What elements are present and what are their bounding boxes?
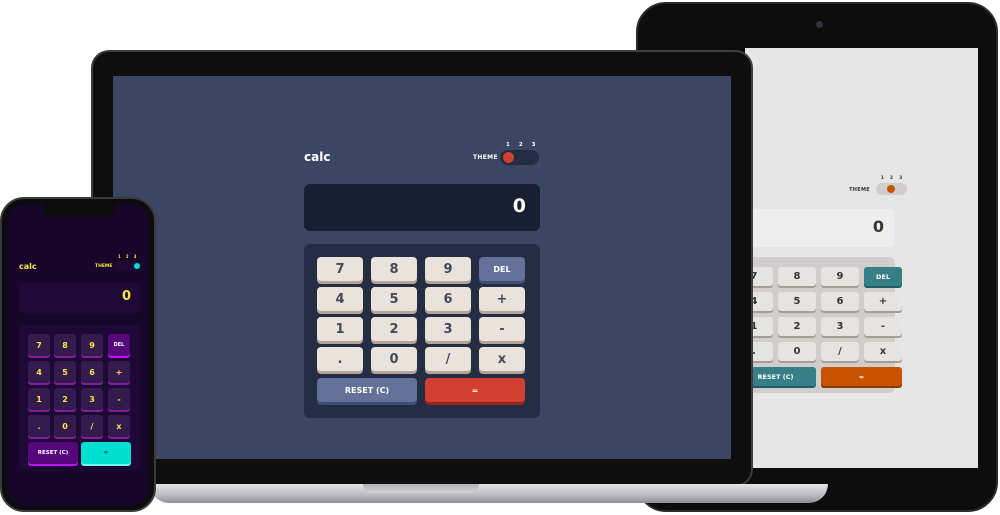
phone-key-7[interactable]: 7 [28, 334, 50, 356]
laptop-key-1[interactable]: 1 [317, 317, 363, 341]
laptop-base [150, 484, 828, 503]
laptop-keypad: 7 8 9 DEL 4 5 6 + 1 2 3 - . 0 / x RESET … [304, 244, 540, 418]
phone-key-minus[interactable]: - [108, 388, 130, 410]
tablet-key-0[interactable]: 0 [778, 342, 816, 361]
tablet-key-9[interactable]: 9 [821, 267, 859, 286]
laptop-key-6[interactable]: 6 [425, 287, 471, 311]
tablet-theme-toggle-group: 1 2 3 [876, 176, 907, 195]
phone-theme-toggle-knob[interactable] [134, 263, 140, 269]
tablet-key-3[interactable]: 3 [821, 317, 859, 336]
laptop-theme-label: THEME [473, 154, 498, 161]
laptop-theme-toggle[interactable] [500, 150, 539, 165]
laptop-theme-number-3: 3 [531, 142, 536, 148]
phone-app-title: calc [19, 262, 37, 271]
phone-key-5[interactable]: 5 [54, 361, 76, 383]
phone-key-1[interactable]: 1 [28, 388, 50, 410]
laptop-key-divide[interactable]: / [425, 347, 471, 371]
laptop-key-multiply[interactable]: x [479, 347, 525, 371]
tablet-key-minus[interactable]: - [864, 317, 902, 336]
phone-key-decimal[interactable]: . [28, 415, 50, 437]
phone-notch [43, 204, 115, 217]
tablet-theme-number-3: 3 [899, 176, 903, 181]
tablet-key-8[interactable]: 8 [778, 267, 816, 286]
tablet-theme-numbers: 1 2 3 [881, 176, 902, 181]
laptop-display: 0 [304, 184, 540, 231]
phone-key-4[interactable]: 4 [28, 361, 50, 383]
laptop-theme-toggle-knob[interactable] [503, 152, 514, 163]
phone-key-2[interactable]: 2 [54, 388, 76, 410]
laptop-screen: calc THEME 1 2 3 0 7 8 9 DEL 4 5 6 + 1 2… [113, 76, 731, 459]
laptop-app-title: calc [304, 150, 331, 164]
tablet-key-plus[interactable]: + [864, 292, 902, 311]
laptop-key-4[interactable]: 4 [317, 287, 363, 311]
phone-key-0[interactable]: 0 [54, 415, 76, 437]
phone-key-del[interactable]: DEL [108, 334, 130, 356]
tablet-keypad: 7 8 9 DEL 4 5 6 + 1 2 3 - . 0 / x RESET … [745, 257, 902, 393]
tablet-screen: THEME 1 2 3 0 7 8 9 DEL 4 5 6 + 1 2 3 - … [745, 48, 978, 468]
tablet-key-multiply[interactable]: x [864, 342, 902, 361]
tablet-reset-button[interactable]: RESET (C) [745, 367, 816, 386]
tablet-equals-button[interactable]: = [821, 367, 902, 386]
tablet-theme-switcher: THEME 1 2 3 [849, 176, 907, 195]
phone-keypad: 7 8 9 DEL 4 5 6 + 1 2 3 - . 0 / x RESET … [19, 325, 140, 470]
tablet-key-del[interactable]: DEL [864, 267, 902, 286]
laptop-key-3[interactable]: 3 [425, 317, 471, 341]
laptop-key-2[interactable]: 2 [371, 317, 417, 341]
laptop-opening-notch [363, 484, 479, 493]
phone-equals-button[interactable]: = [81, 442, 131, 464]
laptop-theme-number-2: 2 [518, 142, 523, 148]
tablet-theme-toggle[interactable] [876, 183, 907, 195]
laptop-key-5[interactable]: 5 [371, 287, 417, 311]
tablet-key-6[interactable]: 6 [821, 292, 859, 311]
phone-reset-button[interactable]: RESET (C) [28, 442, 78, 464]
tablet-key-5[interactable]: 5 [778, 292, 816, 311]
phone-key-divide[interactable]: / [81, 415, 103, 437]
phone-key-plus[interactable]: + [108, 361, 130, 383]
phone-theme-number-3: 3 [133, 254, 137, 259]
laptop-key-9[interactable]: 9 [425, 257, 471, 281]
laptop-equals-button[interactable]: = [425, 378, 525, 402]
phone-key-9[interactable]: 9 [81, 334, 103, 356]
phone-display-value: 0 [121, 289, 131, 304]
phone-key-8[interactable]: 8 [54, 334, 76, 356]
laptop-theme-numbers: 1 2 3 [506, 142, 535, 148]
tablet-theme-number-2: 2 [889, 176, 894, 181]
phone-key-6[interactable]: 6 [81, 361, 103, 383]
phone-key-multiply[interactable]: x [108, 415, 130, 437]
tablet-theme-toggle-knob[interactable] [887, 185, 895, 193]
tablet-key-divide[interactable]: / [821, 342, 859, 361]
phone-theme-label: THEME [95, 264, 113, 269]
laptop-key-0[interactable]: 0 [371, 347, 417, 371]
laptop-key-8[interactable]: 8 [371, 257, 417, 281]
laptop-theme-number-1: 1 [506, 142, 510, 148]
phone-display: 0 [19, 282, 140, 313]
phone-screen: calc THEME 1 2 3 0 7 8 9 DEL 4 5 6 + 1 2… [7, 204, 149, 506]
laptop-reset-button[interactable]: RESET (C) [317, 378, 417, 402]
laptop-key-plus[interactable]: + [479, 287, 525, 311]
phone-theme-numbers: 1 2 3 [118, 254, 136, 259]
tablet-display: 0 [745, 209, 895, 247]
phone-theme-number-2: 2 [125, 254, 129, 259]
phone-theme-number-1: 1 [118, 254, 121, 259]
tablet-key-2[interactable]: 2 [778, 317, 816, 336]
laptop-key-del[interactable]: DEL [479, 257, 525, 281]
laptop-key-7[interactable]: 7 [317, 257, 363, 281]
laptop-key-minus[interactable]: - [479, 317, 525, 341]
tablet-theme-label: THEME [849, 187, 870, 193]
tablet-camera-icon [816, 21, 823, 28]
tablet-display-value: 0 [872, 217, 884, 236]
tablet-theme-number-1: 1 [880, 176, 884, 181]
laptop-key-decimal[interactable]: . [317, 347, 363, 371]
phone-key-3[interactable]: 3 [81, 388, 103, 410]
phone-theme-toggle[interactable] [115, 261, 142, 271]
laptop-display-value: 0 [512, 195, 526, 217]
